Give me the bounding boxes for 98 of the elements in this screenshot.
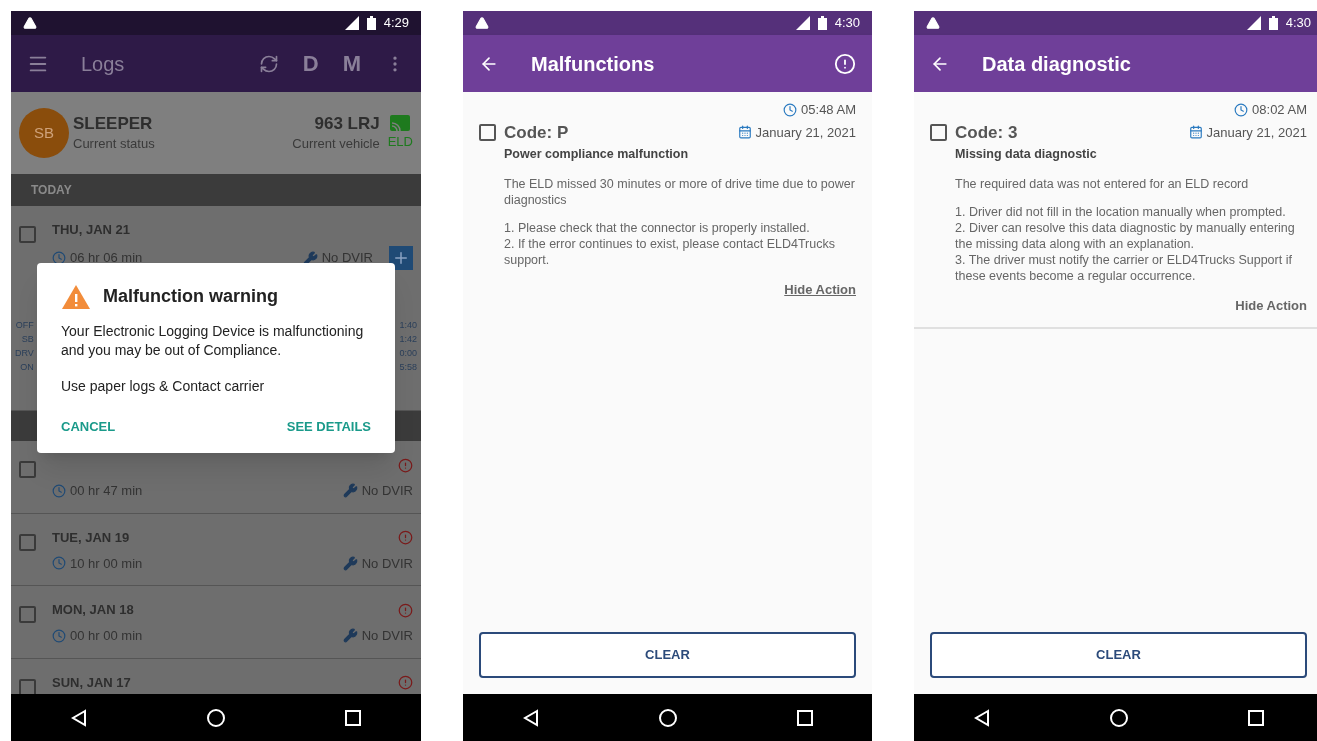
warning-icon (926, 16, 940, 30)
wrench-icon (342, 555, 358, 571)
recents-icon[interactable] (796, 709, 813, 726)
checkbox[interactable] (479, 123, 496, 141)
clock-icon (1234, 102, 1249, 117)
action-step: 2. Diver can resolve this data diagnostic by manually entering the missing data along with an explanation. (955, 219, 1307, 252)
dialog-button[interactable]: CANCEL (61, 413, 116, 441)
battery-icon (1268, 16, 1278, 30)
duration: 00 hr 00 min (70, 627, 143, 645)
checkbox[interactable] (19, 461, 36, 478)
checkbox[interactable] (19, 533, 36, 551)
calendar-icon (737, 125, 752, 140)
clock-time: 4:30 (834, 14, 860, 33)
action-step: 1. Driver did not fill in the location manually when prompted. (955, 203, 1307, 220)
dialog-button[interactable]: SEE DETAILS (286, 413, 371, 441)
event-description: The ELD missed 30 minutes or more of drive time due to power diagnostics (504, 175, 856, 208)
summary-label: ON (20, 361, 34, 374)
event-code: Code: 3 (955, 121, 1018, 144)
clock-icon (783, 102, 798, 117)
home-icon[interactable] (206, 707, 226, 728)
home-icon[interactable] (1108, 707, 1129, 728)
dvir-status: No DVIR (361, 482, 413, 500)
warning-icon (475, 16, 489, 30)
eld-label: ELD (387, 133, 413, 152)
hide-action-link[interactable]: Hide Action (784, 279, 856, 300)
clock-icon (52, 251, 66, 265)
dialog-message: Your Electronic Logging Device is malfunctioning and you may be out of Compliance. (61, 322, 365, 360)
section-title: TODAY (31, 182, 72, 199)
app-bar-title: Logs (81, 51, 125, 77)
clock-icon (52, 556, 66, 571)
sync-icon[interactable] (258, 53, 279, 74)
wrench-icon (342, 483, 358, 499)
summary-value: 5:58 (399, 361, 417, 374)
dialog-title: Malfunction warning (103, 285, 278, 308)
clear-button[interactable]: CLEAR (930, 632, 1307, 678)
status-value: SLEEPER (73, 112, 154, 134)
event-name: Power compliance malfunction (504, 146, 690, 163)
dvir-status: No DVIR (361, 627, 413, 645)
app-bar-title: Data diagnostic (982, 51, 1131, 77)
vehicle-value: 963 LRJ (314, 112, 380, 134)
duration: 10 hr 00 min (70, 554, 143, 573)
checkbox[interactable] (19, 606, 36, 623)
battery-icon (817, 16, 827, 30)
event-date: January 21, 2021 (755, 123, 856, 142)
dvir-status: No DVIR (321, 249, 373, 268)
checkbox[interactable] (930, 123, 947, 141)
event-date: January 21, 2021 (1206, 123, 1307, 142)
home-icon[interactable] (657, 707, 678, 728)
clock-icon (52, 628, 66, 643)
event-description: The required data was not entered for an ELD record (955, 175, 1250, 192)
wrench-icon (342, 628, 358, 644)
day-date: MON, JAN 18 (52, 601, 134, 620)
warning-icon (61, 283, 91, 310)
dialog-advice: Use paper logs & Contact carrier (61, 377, 266, 396)
toolbar-action[interactable]: D (302, 47, 319, 80)
duration: 06 hr 06 min (70, 249, 143, 268)
day-date: THU, JAN 21 (52, 221, 131, 240)
action-step: 3. The driver must notify the carrier or ELD4Trucks Support if these events become a regular occurrence. (955, 251, 1307, 284)
plus-icon (392, 249, 410, 267)
event-code: Code: P (504, 121, 569, 144)
app-bar-title: Malfunctions (531, 51, 655, 77)
day-date: SUN, JAN 17 (52, 673, 131, 692)
recents-icon[interactable] (345, 709, 362, 726)
checkbox[interactable] (19, 226, 36, 243)
back-icon[interactable] (522, 708, 539, 727)
log-day-row[interactable]: MON, JAN 18 00 hr 00 min No DVIR (11, 586, 421, 659)
add-button[interactable] (389, 246, 413, 270)
log-day-row[interactable]: TUE, JAN 19 10 hr 00 min No DVIR (11, 513, 421, 586)
dvir-status: No DVIR (361, 554, 413, 573)
duration: 00 hr 47 min (70, 482, 143, 500)
alert-icon[interactable] (834, 52, 856, 75)
cast-icon (389, 114, 412, 133)
avatar: SB (19, 108, 69, 158)
action-step: 1. Please check that the connector is properly installed. (504, 219, 856, 236)
summary-label: SB (21, 333, 34, 346)
action-step: 2. If the error continues to exist, please contact ELD4Trucks support. (504, 235, 856, 268)
hide-action-link[interactable]: Hide Action (1235, 295, 1307, 316)
day-date: TUE, JAN 19 (52, 528, 130, 547)
back-icon[interactable] (973, 708, 990, 727)
clock-time: 4:30 (1285, 14, 1311, 33)
toolbar-action[interactable]: M (342, 47, 361, 80)
status-label: Current status (73, 134, 155, 153)
event-name: Missing data diagnostic (955, 146, 1098, 163)
clock-time: 4:29 (383, 14, 409, 33)
clock-icon (52, 483, 66, 498)
warning-icon (23, 16, 37, 30)
clear-button[interactable]: CLEAR (479, 632, 856, 678)
event-time: 05:48 AM (801, 101, 856, 119)
summary-label: DRV (15, 347, 34, 360)
summary-value: 1:42 (399, 333, 417, 346)
summary-value: 1:40 (399, 319, 417, 332)
event-time: 08:02 AM (1252, 101, 1307, 119)
battery-icon (366, 16, 376, 30)
calendar-icon (1188, 125, 1203, 140)
summary-label: OFF (15, 319, 34, 332)
vehicle-label: Current vehicle (292, 134, 380, 153)
back-icon[interactable] (70, 708, 87, 727)
recents-icon[interactable] (1247, 709, 1264, 726)
